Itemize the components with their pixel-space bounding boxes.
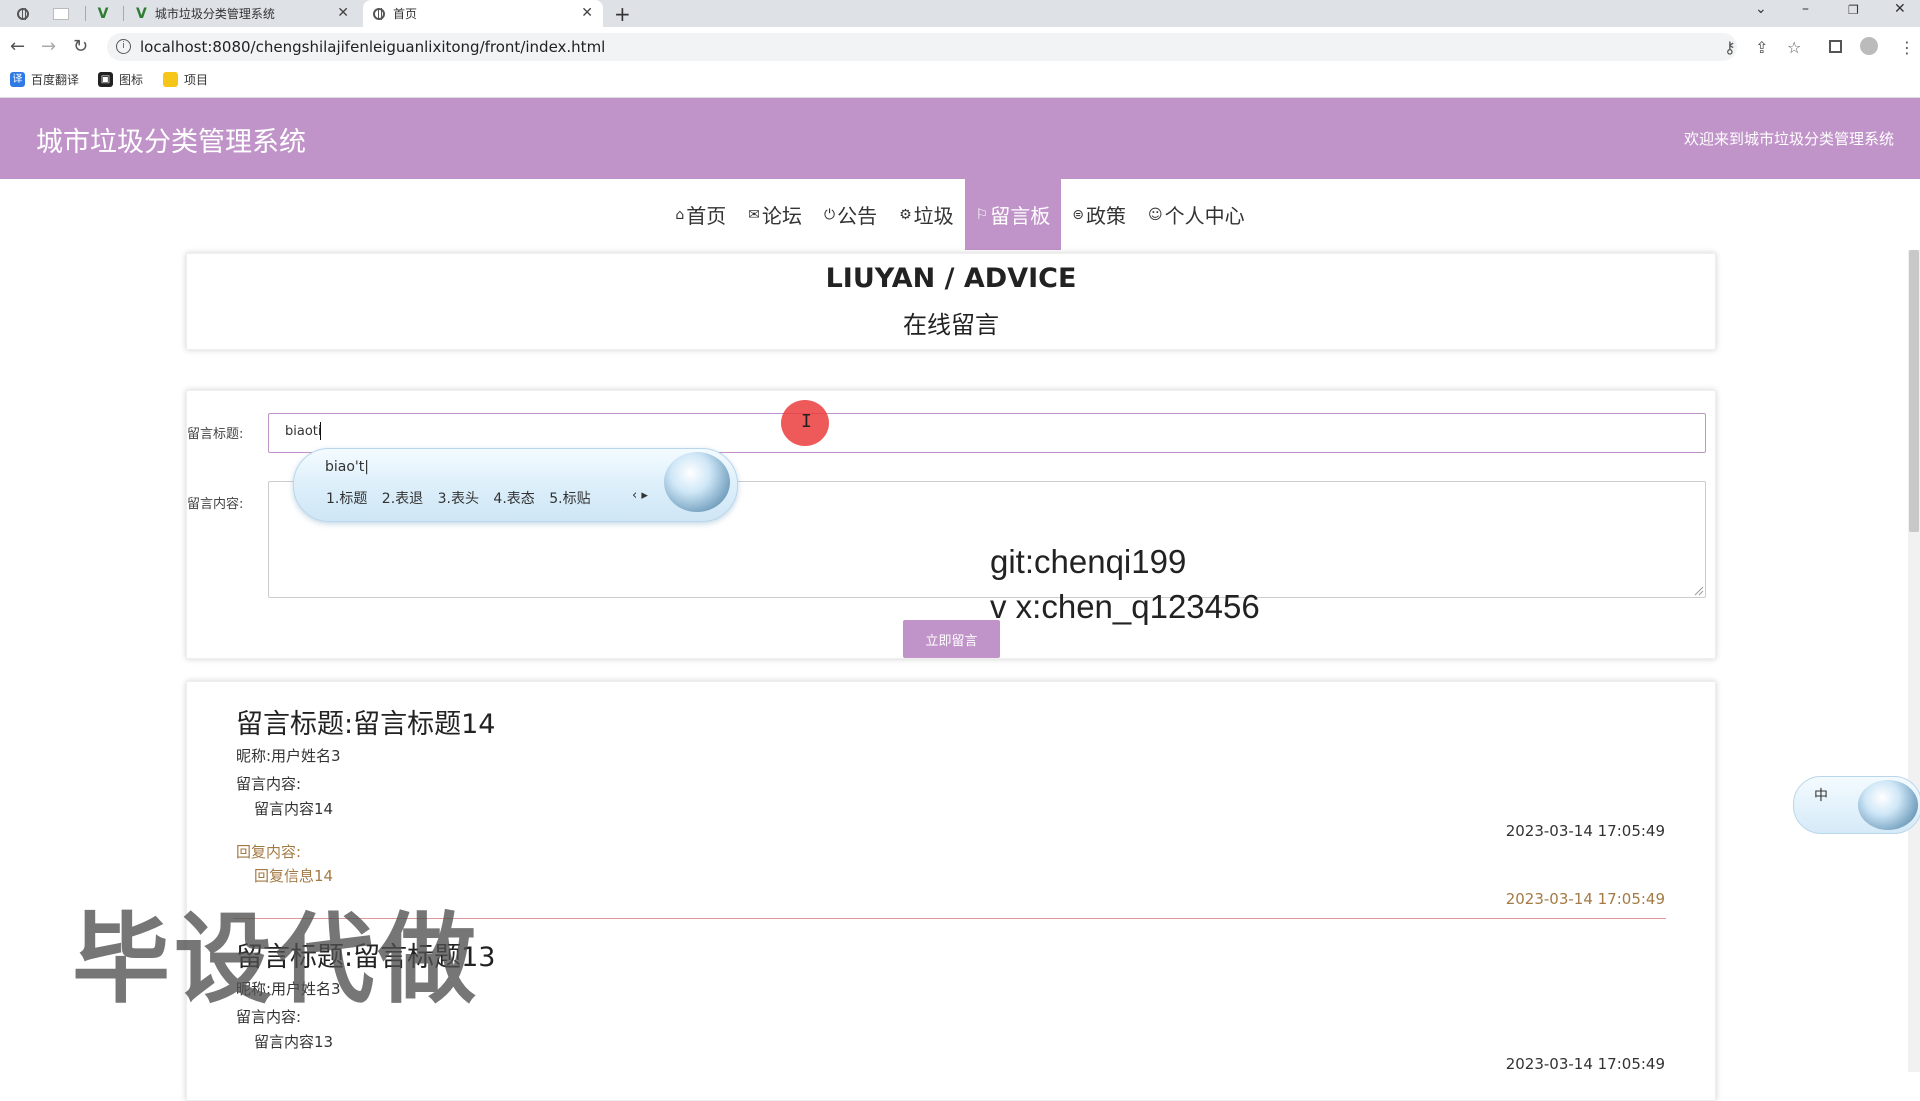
ime-candidates[interactable]: 1.标题 2.表退 3.表头 4.表态 5.标贴 [326,488,591,508]
bookmark-label: 百度翻译 [31,73,80,87]
ime-pinyin: biao't| [325,459,369,475]
ime-page-arrows-icon[interactable]: ‹ ▸ [632,488,648,503]
close-tab-icon[interactable]: ✕ [581,5,593,21]
nav-item-garbage[interactable]: ⚙ 垃圾 [888,179,965,250]
forward-arrow-icon[interactable]: → [41,36,56,57]
nav-item-home[interactable]: ⌂ 首页 [664,179,737,250]
pinned-tab[interactable]: V [88,0,118,27]
tab-separator [123,6,124,21]
globe-icon: ⊜ [1072,206,1084,223]
pinned-tab[interactable] [46,0,76,27]
globe-icon [17,7,29,20]
nav-label: 公告 [837,204,878,228]
site-title: 城市垃圾分类管理系统 [36,127,306,158]
nav-item-personal-center[interactable]: ☺ 个人中心 [1137,179,1256,250]
folder-icon [163,72,178,87]
profile-avatar-icon[interactable] [1860,37,1878,55]
hero-title-zh: 在线留言 [903,311,999,339]
main-nav: ⌂ 首页 ✉ 论坛 ⏻ 公告 ⚙ 垃圾 ⚐ 留言板 ⊜ 政策 ☺ 个人中心 [0,179,1920,250]
bookmark-item[interactable]: ▣ 图标 [98,71,143,88]
menu-kebab-icon[interactable]: ⋮ [1899,38,1915,57]
hero-title-en: LIUYAN / ADVICE [825,263,1077,294]
message-content: 留言内容14 [254,800,334,818]
user-icon: ☺ [1147,206,1163,223]
nav-item-notice[interactable]: ⏻ 公告 [813,179,888,250]
text-cursor-icon: I [801,411,812,432]
vue-logo-icon: V [136,5,147,22]
reply-date: 2023-03-14 17:05:49 [1505,890,1665,908]
message-date: 2023-03-14 17:05:49 [1505,822,1665,840]
reply-label: 回复内容: [236,843,302,861]
close-tab-icon[interactable]: ✕ [337,5,349,21]
tab-title: 首页 [393,7,418,21]
side-panel-icon[interactable] [1829,40,1842,53]
nav-label: 政策 [1085,204,1126,228]
gear-icon: ⚙ [899,206,912,223]
restore-icon[interactable]: ❐ [1848,3,1859,17]
overlay-vx-text: v x:chen_q123456 [990,588,1260,625]
flag-icon: ⚐ [975,206,989,223]
submit-message-button[interactable]: 立即留言 [903,620,1000,658]
message-content: 留言内容13 [254,1033,334,1051]
key-icon[interactable]: ⚷ [1724,38,1736,57]
url-text[interactable]: localhost:8080/chengshilajifenleiguanlix… [140,38,605,56]
tab-separator [85,6,86,21]
content-label: 留言内容: [187,497,244,512]
back-arrow-icon[interactable]: ← [10,36,25,57]
picture-icon: ▣ [98,72,113,87]
nav-label: 个人中心 [1164,204,1245,228]
ime-water-drop-icon [664,452,730,512]
message-date: 2023-03-14 17:05:49 [1505,1055,1665,1073]
tab-home[interactable]: 首页 ✕ [363,0,603,27]
title-input[interactable] [268,413,1706,453]
tab-search-icon[interactable]: ⌄ [1755,1,1767,17]
bookmarks-bar [0,67,1920,98]
resize-handle-icon[interactable] [1694,586,1704,596]
ime-water-drop-icon [1858,780,1918,830]
new-tab-button[interactable]: + [614,2,631,26]
bookmark-item[interactable]: 译 百度翻译 [10,71,79,88]
pinned-tab[interactable] [8,0,38,27]
text-caret [320,422,321,440]
vue-logo-icon: V [97,5,109,22]
overlay-git-text: git:chenqi199 [990,543,1187,580]
info-icon[interactable]: i [116,39,131,54]
bookmark-label: 项目 [184,73,209,87]
power-icon: ⏻ [824,206,836,223]
globe-icon [373,7,385,20]
ime-mode-label[interactable]: 中 [1814,785,1828,805]
minimize-icon[interactable]: – [1802,1,1809,17]
message-content-label: 留言内容: [236,775,302,793]
scrollbar-thumb[interactable] [1909,250,1919,532]
nav-label: 首页 [686,204,727,228]
bookmark-item[interactable]: 项目 [163,71,208,88]
tab-management-system[interactable]: V 城市垃圾分类管理系统 ✕ [126,0,359,27]
nav-item-forum[interactable]: ✉ 论坛 [737,179,813,250]
blank-page-icon [53,7,69,20]
translate-icon: 译 [10,72,25,87]
mail-icon: ✉ [748,206,761,223]
nav-label: 垃圾 [913,204,954,228]
title-input-value[interactable]: biaoti [285,424,322,439]
nav-label: 留言板 [990,204,1051,228]
bookmark-label: 图标 [119,73,144,87]
reload-icon[interactable]: ↻ [73,36,88,57]
message-title: 留言标题:留言标题14 [236,709,496,740]
nav-item-policy[interactable]: ⊜ 政策 [1061,179,1137,250]
watermark-text: 毕设代做 [72,903,481,1017]
share-icon[interactable]: ⇪ [1755,38,1768,57]
close-window-icon[interactable]: ✕ [1894,1,1906,17]
message-nickname: 昵称:用户姓名3 [236,747,341,765]
nav-label: 论坛 [762,204,803,228]
title-label: 留言标题: [187,427,244,442]
bookmark-star-icon[interactable]: ☆ [1787,38,1801,57]
nav-item-message-board[interactable]: ⚐ 留言板 [964,179,1062,250]
tab-title: 城市垃圾分类管理系统 [154,7,275,21]
home-icon: ⌂ [675,206,685,223]
welcome-text: 欢迎来到城市垃圾分类管理系统 [1683,130,1894,148]
